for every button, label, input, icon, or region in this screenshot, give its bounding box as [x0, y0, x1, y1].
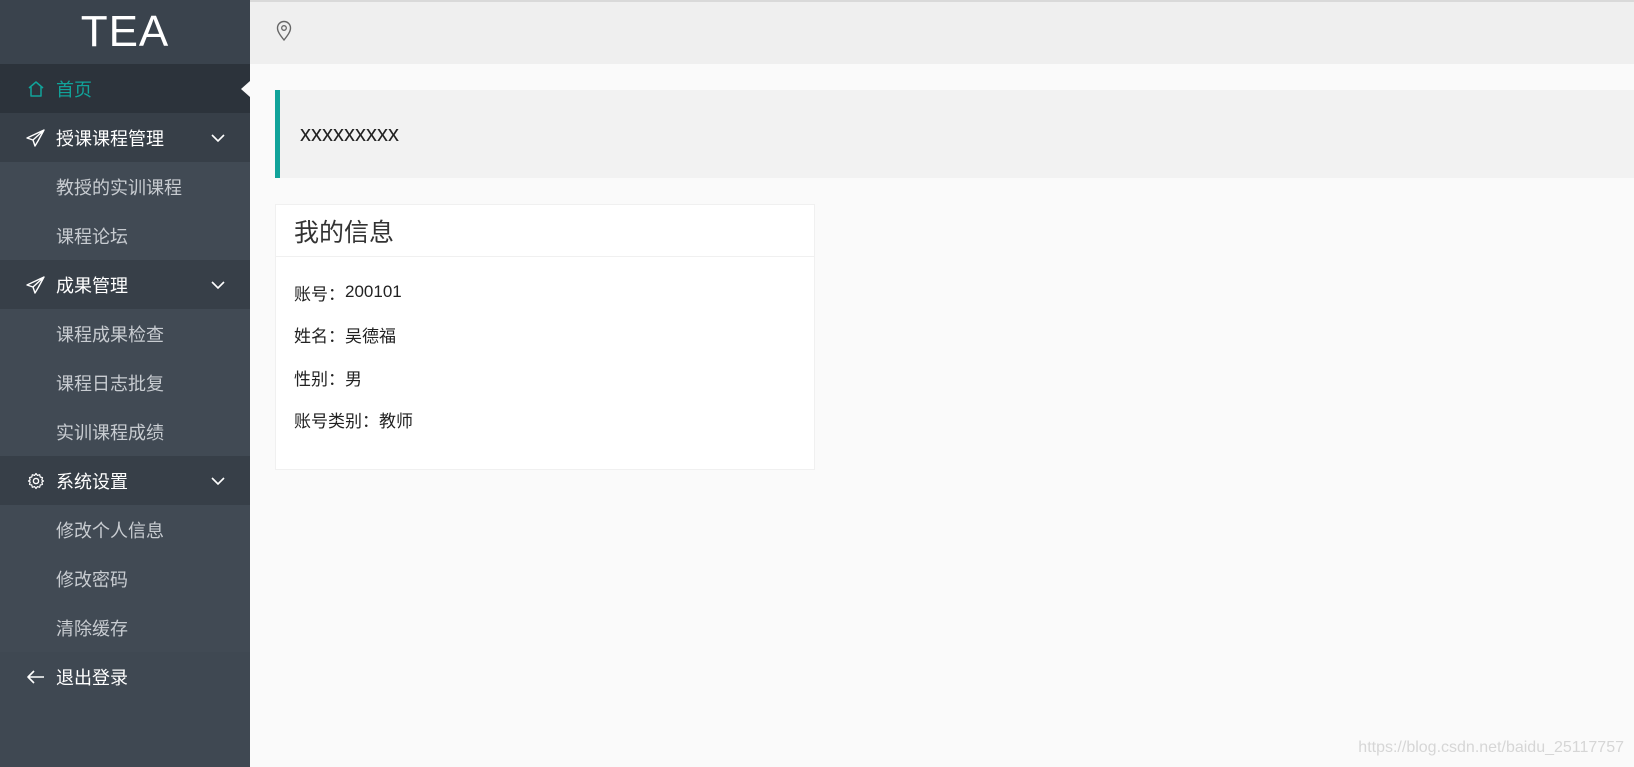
sidebar-group-course-management[interactable]: 授课课程管理	[0, 113, 250, 162]
location-pin-icon	[274, 20, 294, 47]
sidebar-item-course-grades[interactable]: 实训课程成绩	[0, 407, 250, 456]
sidebar-item-log-review[interactable]: 课程日志批复	[0, 358, 250, 407]
info-value: 200101	[345, 282, 402, 302]
arrow-left-icon	[26, 667, 46, 687]
sidebar-item-label: 成果管理	[56, 275, 128, 296]
info-row-account: 账号： 200101	[294, 271, 796, 314]
info-value: 教师	[379, 412, 413, 432]
sidebar-item-label: 退出登录	[56, 667, 128, 688]
sidebar-item-results-check[interactable]: 课程成果检查	[0, 309, 250, 358]
sidebar-item-label: 授课课程管理	[56, 128, 164, 149]
top-bar	[250, 0, 1634, 64]
info-label: 账号类别：	[294, 412, 379, 432]
card-title: 我的信息	[276, 205, 814, 257]
sidebar-item-label: 首页	[56, 79, 92, 100]
info-value: 吴德福	[345, 327, 396, 347]
sidebar-item-taught-courses[interactable]: 教授的实训课程	[0, 162, 250, 211]
app-logo: TEA	[0, 0, 250, 64]
info-row-name: 姓名： 吴德福	[294, 314, 796, 357]
paper-plane-icon	[26, 275, 46, 295]
info-value: 男	[345, 369, 362, 389]
chevron-down-icon	[211, 280, 225, 289]
info-row-account-type: 账号类别： 教师	[294, 399, 796, 442]
sidebar-item-course-forum[interactable]: 课程论坛	[0, 211, 250, 260]
info-label: 姓名：	[294, 327, 345, 347]
chevron-down-icon	[211, 133, 225, 142]
sidebar-group-system-settings[interactable]: 系统设置	[0, 456, 250, 505]
info-row-gender: 性别：男	[294, 356, 796, 399]
info-label: 性别：	[294, 369, 345, 389]
sidebar-item-logout[interactable]: 退出登录	[0, 652, 250, 701]
sidebar-item-label: 系统设置	[56, 471, 128, 492]
gear-icon	[26, 471, 46, 491]
sidebar: TEA 首页 授课课程管理 教授的实训课程 课程论坛 成果管理 课程成果检查 课…	[0, 0, 250, 767]
info-label: 账号：	[294, 284, 345, 304]
card-body: 账号： 200101 姓名： 吴德福 性别：男 账号类别： 教师	[276, 257, 814, 455]
welcome-banner: xxxxxxxxx	[275, 90, 1634, 178]
sidebar-item-clear-cache[interactable]: 清除缓存	[0, 603, 250, 652]
sidebar-item-change-password[interactable]: 修改密码	[0, 554, 250, 603]
sidebar-item-home[interactable]: 首页	[0, 64, 250, 113]
paper-plane-icon	[26, 128, 46, 148]
chevron-down-icon	[211, 476, 225, 485]
my-info-card: 我的信息 账号： 200101 姓名： 吴德福 性别：男 账号类别： 教师	[275, 204, 815, 470]
sidebar-item-edit-profile[interactable]: 修改个人信息	[0, 505, 250, 554]
main-content: xxxxxxxxx 我的信息 账号： 200101 姓名： 吴德福 性别：男 账号类…	[250, 64, 1634, 767]
watermark: https://blog.csdn.net/baidu_25117757	[1358, 739, 1624, 756]
home-icon	[26, 79, 46, 99]
sidebar-group-results-management[interactable]: 成果管理	[0, 260, 250, 309]
